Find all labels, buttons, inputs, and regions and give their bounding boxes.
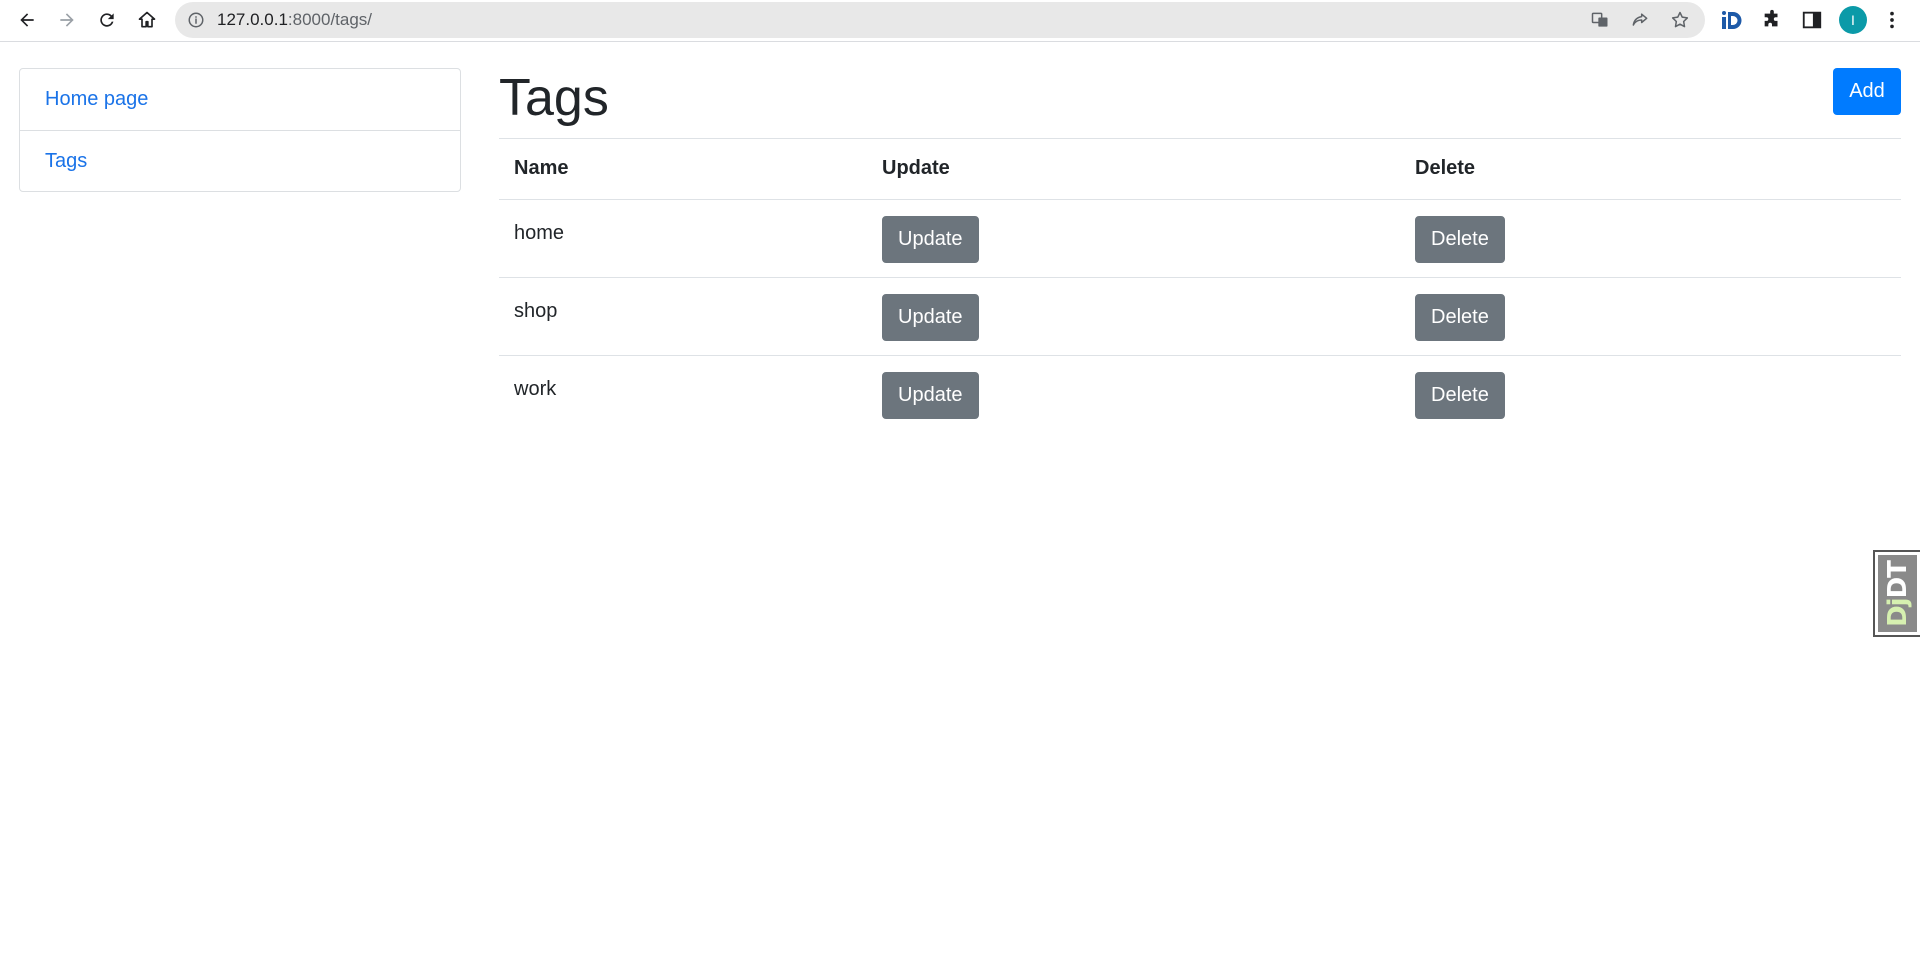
delete-cell: Delete bbox=[1400, 276, 1901, 355]
browser-toolbar: 127.0.0.1:8000/tags/ I bbox=[0, 0, 1920, 42]
update-cell: Update bbox=[867, 354, 1400, 433]
delete-button[interactable]: Delete bbox=[1415, 371, 1505, 419]
tag-name-cell: work bbox=[499, 354, 867, 433]
update-button[interactable]: Update bbox=[882, 293, 979, 341]
reload-icon[interactable] bbox=[92, 5, 122, 35]
table-row: home Update Delete bbox=[499, 199, 1901, 277]
delete-cell: Delete bbox=[1400, 354, 1901, 433]
djdt-label: DjDT bbox=[1883, 561, 1913, 627]
back-icon[interactable] bbox=[12, 5, 42, 35]
tag-name: shop bbox=[514, 299, 558, 322]
side-panel-icon[interactable] bbox=[1800, 8, 1824, 32]
table-row: shop Update Delete bbox=[499, 276, 1901, 355]
url-path: :8000/tags/ bbox=[287, 10, 373, 29]
translate-icon[interactable] bbox=[1590, 10, 1610, 30]
sidebar-nav: Home page Tags bbox=[19, 68, 461, 192]
delete-cell: Delete bbox=[1400, 199, 1901, 277]
page-title: Tags bbox=[499, 69, 609, 127]
profile-avatar[interactable]: I bbox=[1839, 6, 1867, 34]
djdt-suffix: DT bbox=[1882, 560, 1913, 598]
column-header-update: Update bbox=[867, 139, 1400, 200]
delete-button[interactable]: Delete bbox=[1415, 293, 1505, 341]
djdt-logo: DjDT bbox=[1878, 555, 1917, 632]
share-icon[interactable] bbox=[1630, 10, 1650, 30]
url-text[interactable]: 127.0.0.1:8000/tags/ bbox=[217, 2, 372, 38]
id-extension-icon[interactable] bbox=[1720, 8, 1744, 32]
delete-button[interactable]: Delete bbox=[1415, 215, 1505, 263]
address-bar[interactable]: 127.0.0.1:8000/tags/ bbox=[175, 2, 1705, 38]
tag-name-cell: home bbox=[499, 199, 867, 277]
home-icon[interactable] bbox=[132, 5, 162, 35]
site-info-icon[interactable] bbox=[187, 11, 205, 29]
update-cell: Update bbox=[867, 276, 1400, 355]
sidebar-item-tags[interactable]: Tags bbox=[20, 130, 460, 191]
sidebar-item-home-page[interactable]: Home page bbox=[20, 69, 460, 130]
django-debug-toolbar-handle[interactable]: DjDT bbox=[1873, 550, 1920, 637]
tags-table: Name Update Delete home Update Delete sh… bbox=[499, 139, 1901, 433]
table-header-row: Name Update Delete bbox=[499, 139, 1901, 200]
menu-kebab-icon[interactable] bbox=[1880, 8, 1904, 32]
forward-icon[interactable] bbox=[52, 5, 82, 35]
djdt-prefix: Dj bbox=[1882, 597, 1913, 627]
tag-name-cell: shop bbox=[499, 276, 867, 355]
tag-name: home bbox=[514, 221, 565, 244]
column-header-name: Name bbox=[499, 139, 867, 200]
add-button[interactable]: Add bbox=[1833, 68, 1901, 115]
url-host: 127.0.0.1 bbox=[217, 10, 288, 29]
extensions-puzzle-icon[interactable] bbox=[1760, 8, 1784, 32]
tag-name: work bbox=[514, 377, 557, 400]
update-cell: Update bbox=[867, 199, 1400, 277]
column-header-delete: Delete bbox=[1400, 139, 1901, 200]
update-button[interactable]: Update bbox=[882, 215, 979, 263]
table-row: work Update Delete bbox=[499, 354, 1901, 433]
bookmark-star-icon[interactable] bbox=[1670, 10, 1690, 30]
update-button[interactable]: Update bbox=[882, 371, 979, 419]
